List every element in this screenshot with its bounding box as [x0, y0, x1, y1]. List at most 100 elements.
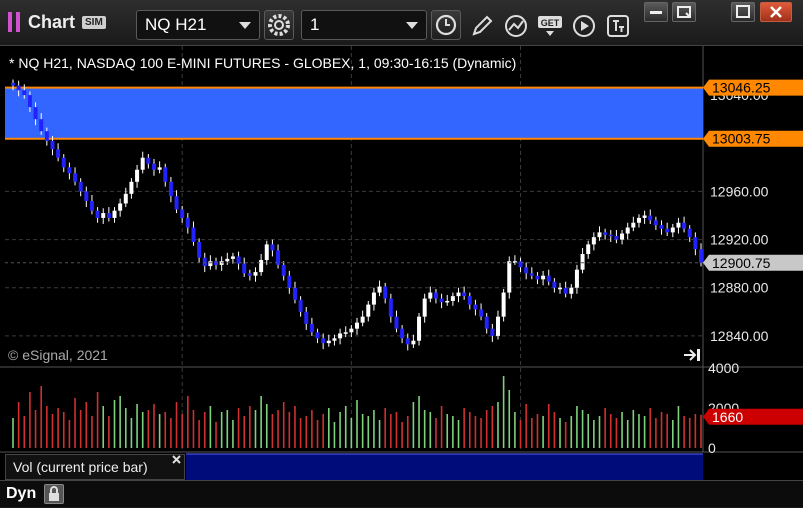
candle: [586, 244, 591, 255]
close-icon: [770, 6, 782, 18]
candle: [535, 275, 540, 280]
candle: [405, 338, 410, 345]
window-title: Chart: [28, 12, 76, 32]
candle: [552, 281, 557, 288]
settings-button[interactable]: [264, 10, 294, 40]
trade-icon[interactable]: [604, 12, 632, 40]
candle: [479, 309, 484, 317]
time-template-button[interactable]: [431, 10, 461, 40]
candle: [157, 167, 162, 170]
candle: [653, 220, 658, 226]
restore-icon: [677, 6, 691, 18]
candle: [541, 275, 546, 280]
candle: [603, 232, 608, 235]
last-price-tag: 12900.75: [703, 254, 803, 271]
candle: [259, 260, 264, 273]
copyright: © eSignal, 2021: [8, 347, 108, 363]
chart-header: * NQ H21, NASDAQ 100 E-MINI FUTURES - GL…: [9, 55, 517, 71]
candle: [191, 227, 196, 242]
candle: [298, 299, 303, 312]
status-bar: Dyn: [0, 480, 803, 507]
maximize-button[interactable]: [731, 2, 755, 22]
candle: [507, 261, 512, 293]
candle: [558, 287, 563, 290]
chevron-down-icon[interactable]: [239, 22, 251, 29]
play-icon[interactable]: [570, 12, 598, 40]
candle: [462, 292, 467, 297]
candle: [608, 234, 613, 237]
candle: [101, 213, 106, 218]
minimize-button[interactable]: [644, 2, 668, 22]
candle: [78, 181, 83, 192]
candle: [292, 287, 297, 300]
candle: [394, 316, 399, 329]
candle: [61, 157, 66, 168]
restore-button[interactable]: [672, 2, 696, 22]
candle: [264, 244, 269, 261]
candle: [89, 201, 94, 211]
candle: [665, 228, 670, 233]
candle: [202, 257, 207, 267]
candle: [580, 254, 585, 270]
lock-toggle[interactable]: [44, 484, 64, 504]
interval-selector[interactable]: 1: [301, 10, 427, 40]
candle: [563, 287, 568, 294]
volume-tick-label: 0: [708, 440, 716, 456]
chevron-down-icon[interactable]: [406, 22, 418, 29]
dyn-label: Dyn: [6, 485, 37, 502]
candle: [16, 85, 21, 91]
candle: [636, 217, 641, 223]
chart-area[interactable]: 13040.0012960.0012920.0012880.0012840.00…: [0, 46, 803, 507]
candle: [287, 275, 292, 288]
candle: [168, 181, 173, 197]
candle: [44, 131, 49, 141]
close-study-icon[interactable]: [171, 454, 183, 466]
close-button[interactable]: [760, 2, 792, 22]
candle: [39, 119, 44, 132]
y-tick-label: 12840.00: [710, 328, 769, 344]
candle: [450, 296, 455, 301]
candle: [620, 233, 625, 240]
last-price-tag-label: 12900.75: [712, 255, 771, 271]
interval-value: 1: [310, 15, 320, 34]
candle: [253, 272, 258, 276]
symbol-value: NQ H21: [145, 15, 207, 34]
candle: [135, 169, 140, 182]
candle: [433, 292, 438, 299]
candle: [315, 332, 320, 339]
candle: [529, 273, 534, 276]
pencil-icon[interactable]: [468, 12, 496, 40]
candle: [338, 333, 343, 339]
candle: [112, 210, 117, 218]
candle: [518, 261, 523, 268]
candle: [456, 292, 461, 297]
candle: [50, 140, 55, 150]
candle: [428, 292, 433, 299]
candle: [225, 258, 230, 262]
candle: [247, 273, 252, 276]
candle: [400, 328, 405, 339]
candle: [343, 332, 348, 334]
candle: [355, 322, 359, 329]
candle: [574, 269, 579, 288]
symbol-selector[interactable]: NQ H21: [136, 10, 260, 40]
candle: [371, 292, 376, 305]
candle: [682, 222, 687, 229]
zone-top-tag-label: 13046.25: [712, 80, 771, 96]
scroll-right-icon[interactable]: [682, 347, 702, 363]
candle: [56, 149, 61, 158]
candle: [22, 90, 27, 96]
candle: [270, 244, 275, 251]
candle: [495, 316, 500, 336]
candle: [118, 203, 123, 211]
maximize-icon: [736, 5, 750, 18]
candle: [309, 323, 314, 333]
study-icon[interactable]: [502, 12, 530, 40]
candle: [676, 222, 681, 228]
volume-study-label-box[interactable]: Vol (current price bar): [5, 454, 185, 480]
y-tick-label: 12960.00: [710, 183, 769, 199]
candle: [281, 264, 286, 276]
get-data-icon[interactable]: GET: [536, 12, 564, 40]
last-volume-tag-label: 1660: [712, 409, 743, 425]
candle: [411, 340, 416, 345]
